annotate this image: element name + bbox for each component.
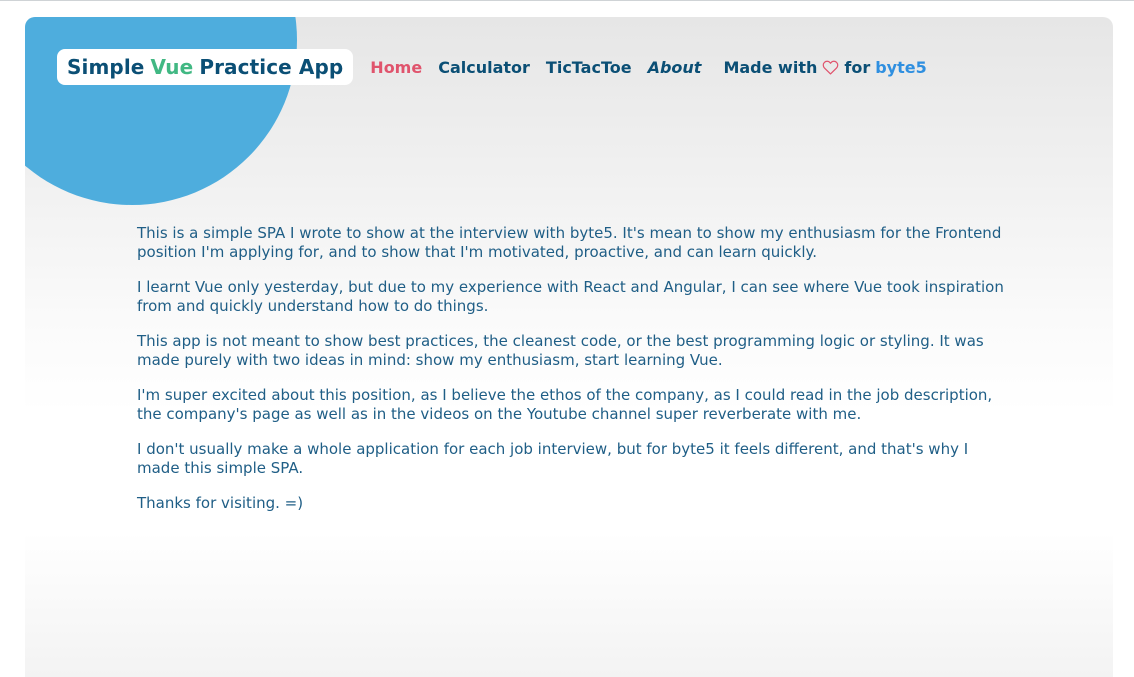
content-paragraph: I'm super excited about this position, a…: [137, 386, 993, 423]
made-with-middle: for: [844, 57, 871, 77]
heart-icon: [822, 60, 839, 75]
brand-word-simple: Simple: [67, 55, 145, 79]
app-brand[interactable]: Simple Vue Practice App: [57, 49, 354, 85]
content-paragraph: I don't usually make a whole application…: [137, 440, 969, 477]
byte5-link[interactable]: byte5: [875, 58, 927, 77]
brand-word-practice-app: Practice App: [199, 55, 344, 79]
nav-link-home[interactable]: Home: [370, 58, 422, 77]
nav-link-about[interactable]: About: [648, 58, 702, 77]
window-top-border: [0, 0, 1134, 1]
decorative-circle: [25, 17, 297, 205]
nav-link-calculator[interactable]: Calculator: [438, 58, 530, 77]
content-paragraph: This app is not meant to show best pract…: [137, 332, 984, 369]
about-content: This is a simple SPA I wrote to show at …: [137, 224, 1007, 529]
made-with-credit: Made with for byte5: [723, 58, 926, 77]
made-with-prefix: Made with: [723, 57, 818, 77]
content-paragraph: Thanks for visiting. =): [137, 494, 304, 512]
navbar: Simple Vue Practice App Home Calculator …: [57, 49, 927, 85]
content-paragraph: This is a simple SPA I wrote to show at …: [137, 224, 1002, 261]
brand-word-vue: Vue: [150, 55, 194, 79]
app-container: Simple Vue Practice App Home Calculator …: [25, 17, 1113, 677]
content-paragraph: I learnt Vue only yesterday, but due to …: [137, 278, 1004, 315]
nav-link-tictactoe[interactable]: TicTacToe: [546, 58, 632, 77]
